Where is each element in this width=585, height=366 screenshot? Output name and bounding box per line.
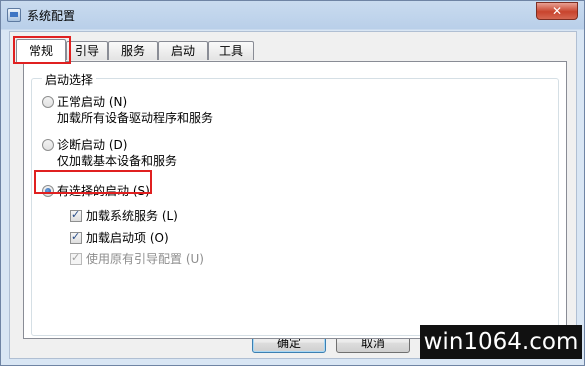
load-system-services-label: 加载系统服务 (L) xyxy=(86,209,178,223)
radio-indicator[interactable] xyxy=(42,139,54,151)
tab-boot[interactable]: 引导 xyxy=(66,41,108,60)
checkbox-indicator[interactable] xyxy=(70,208,82,222)
tab-services[interactable]: 服务 xyxy=(108,41,158,60)
diagnostic-startup-radio[interactable]: 诊断启动 (D) xyxy=(42,136,127,152)
general-tab-panel: 启动选择 正常启动 (N) 加载所有设备驱动程序和服务 诊断启动 (D) 仅加载… xyxy=(23,61,567,339)
close-button[interactable]: ✕ xyxy=(536,2,578,20)
load-startup-items-label: 加载启动项 (O) xyxy=(86,231,169,245)
load-system-services-checkbox[interactable]: 加载系统服务 (L) xyxy=(70,207,178,223)
diagnostic-startup-label: 诊断启动 (D) xyxy=(57,138,128,152)
tab-tools[interactable]: 工具 xyxy=(208,41,254,60)
msconfig-app-icon xyxy=(7,8,21,22)
radio-indicator[interactable] xyxy=(42,96,54,108)
radio-indicator-selected[interactable] xyxy=(42,185,54,197)
selective-startup-radio[interactable]: 有选择的启动 (S) xyxy=(42,182,150,198)
checkbox-indicator[interactable] xyxy=(70,230,82,244)
startup-selection-group: 启动选择 正常启动 (N) 加载所有设备驱动程序和服务 诊断启动 (D) 仅加载… xyxy=(31,71,559,336)
title-bar[interactable]: 系统配置 ✕ xyxy=(1,1,584,29)
tab-startup[interactable]: 启动 xyxy=(158,41,208,60)
normal-startup-label: 正常启动 (N) xyxy=(57,95,128,109)
selective-startup-label: 有选择的启动 (S) xyxy=(57,184,150,198)
use-original-boot-config-checkbox: 使用原有引导配置 (U) xyxy=(70,250,204,266)
normal-startup-radio[interactable]: 正常启动 (N) xyxy=(42,93,127,109)
use-original-boot-config-label: 使用原有引导配置 (U) xyxy=(86,252,204,266)
load-startup-items-checkbox[interactable]: 加载启动项 (O) xyxy=(70,229,169,245)
checkbox-indicator-disabled xyxy=(70,251,82,265)
watermark: win1064.com xyxy=(420,325,582,359)
startup-selection-label: 启动选择 xyxy=(42,71,97,88)
system-configuration-window: 系统配置 ✕ 常规 引导 服务 启动 工具 启动选择 正常启动 (N) 加载所有… xyxy=(0,0,585,366)
diagnostic-startup-description: 仅加载基本设备和服务 xyxy=(57,154,178,168)
tab-general[interactable]: 常规 xyxy=(16,39,66,62)
window-title: 系统配置 xyxy=(27,9,76,23)
normal-startup-description: 加载所有设备驱动程序和服务 xyxy=(57,111,214,125)
dialog-client-area: 常规 引导 服务 启动 工具 启动选择 正常启动 (N) 加载所有设备驱动程序和… xyxy=(9,31,577,359)
